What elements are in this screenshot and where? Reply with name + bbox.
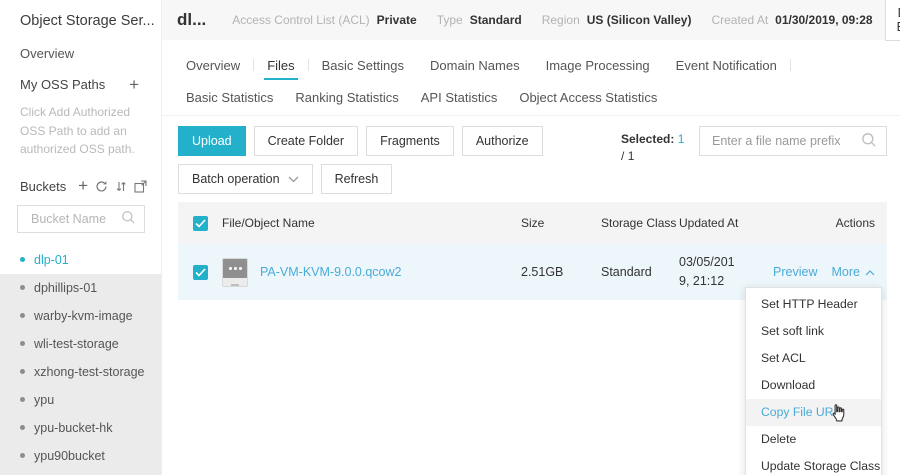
bucket-item-xzhong-test-storage[interactable]: xzhong-test-storage xyxy=(0,358,161,386)
add-bucket-icon[interactable]: + xyxy=(78,179,88,193)
bucket-item-dlp-01[interactable]: dlp-01 xyxy=(0,246,161,274)
bucket-item-ypu-bucket-hk[interactable]: ypu-bucket-hk xyxy=(0,414,161,442)
bucket-item-warby-kvm-image[interactable]: warby-kvm-image xyxy=(0,302,161,330)
preview-link[interactable]: Preview xyxy=(773,265,817,279)
bucket-dot-icon xyxy=(20,313,25,318)
column-header-storage-class: Storage Class xyxy=(601,216,679,230)
type-meta: Type Standard xyxy=(437,13,522,27)
app-title: Object Storage Ser... xyxy=(0,0,161,29)
bucket-item-ypu[interactable]: ypu xyxy=(0,386,161,414)
tab-files[interactable]: Files xyxy=(254,58,307,73)
fragments-button[interactable]: Fragments xyxy=(366,126,454,156)
column-header-size: Size xyxy=(521,216,601,230)
chevron-up-icon xyxy=(865,265,875,279)
more-actions-menu: Set HTTP Header Set soft link Set ACL Do… xyxy=(745,287,882,475)
file-type-icon xyxy=(222,258,248,287)
tabs-section: Overview Files Basic Settings Domain Nam… xyxy=(162,40,900,116)
bucket-dot-icon xyxy=(20,341,25,346)
created-meta: Created At 01/30/2019, 09:28 xyxy=(711,13,872,27)
sidebar-item-overview[interactable]: Overview xyxy=(0,46,161,61)
row-checkbox[interactable] xyxy=(193,265,208,280)
bucket-dot-icon xyxy=(20,285,25,290)
toolbar-buttons: Upload Create Folder Fragments Authorize… xyxy=(178,126,621,194)
add-oss-path-icon[interactable]: + xyxy=(129,78,139,92)
file-name-link[interactable]: PA-VM-KVM-9.0.0.qcow2 xyxy=(260,265,401,279)
create-folder-button[interactable]: Create Folder xyxy=(254,126,358,156)
bucket-item-wli-test-storage[interactable]: wli-test-storage xyxy=(0,330,161,358)
sidebar: Object Storage Ser... Overview My OSS Pa… xyxy=(0,0,162,475)
acl-meta: Access Control List (ACL) Private xyxy=(232,13,416,27)
menu-item-copy-file-url[interactable]: Copy File URL xyxy=(746,399,881,426)
menu-item-delete[interactable]: Delete xyxy=(746,426,881,453)
chevron-down-icon xyxy=(288,172,299,186)
subtab-ranking-statistics[interactable]: Ranking Statistics xyxy=(284,90,409,105)
menu-item-set-http-header[interactable]: Set HTTP Header xyxy=(746,291,881,318)
delete-bucket-button[interactable]: Delete Bucket xyxy=(885,0,900,41)
menu-item-set-soft-link[interactable]: Set soft link xyxy=(746,318,881,345)
column-header-name: File/Object Name xyxy=(222,216,521,230)
subtab-object-access-statistics[interactable]: Object Access Statistics xyxy=(508,90,668,105)
bucket-dot-icon xyxy=(20,425,25,430)
file-updated-at: 03/05/2019, 21:12 xyxy=(679,253,771,291)
select-all-checkbox[interactable] xyxy=(193,216,208,231)
tab-basic-settings[interactable]: Basic Settings xyxy=(309,58,417,73)
bucket-item-ypu90bucket[interactable]: ypu90bucket xyxy=(0,442,161,470)
toolbar-right: Selected: 1 / 1 xyxy=(621,126,887,165)
subtab-bar: Basic Statistics Ranking Statistics API … xyxy=(186,79,900,115)
menu-item-update-storage-class[interactable]: Update Storage Class xyxy=(746,453,881,475)
sidebar-section-buckets: Buckets + xyxy=(0,179,161,194)
expand-buckets-icon[interactable] xyxy=(134,180,147,193)
table-header-row: File/Object Name Size Storage Class Upda… xyxy=(178,202,887,244)
sort-buckets-icon[interactable] xyxy=(115,180,127,193)
bucket-dot-icon xyxy=(20,397,25,402)
file-table: File/Object Name Size Storage Class Upda… xyxy=(178,202,887,300)
bucket-title: dl... xyxy=(177,10,206,30)
selected-count: Selected: 1 / 1 xyxy=(621,126,687,165)
refresh-buckets-icon[interactable] xyxy=(95,180,108,193)
sidebar-section-my-oss-paths: My OSS Paths + xyxy=(0,77,161,92)
column-header-actions: Actions xyxy=(771,216,887,230)
bucket-item-dphillips-01[interactable]: dphillips-01 xyxy=(0,274,161,302)
upload-button[interactable]: Upload xyxy=(178,126,246,156)
bucket-dot-icon xyxy=(20,257,25,262)
tab-separator xyxy=(790,59,791,71)
oss-path-help-text: Click Add Authorized OSS Path to add an … xyxy=(0,103,161,159)
more-link[interactable]: More xyxy=(832,265,875,279)
file-search-box xyxy=(699,126,887,156)
file-storage-class: Standard xyxy=(601,265,679,279)
file-toolbar: Upload Create Folder Fragments Authorize… xyxy=(162,116,900,194)
tab-image-processing[interactable]: Image Processing xyxy=(533,58,663,73)
tab-domain-names[interactable]: Domain Names xyxy=(417,58,533,73)
bucket-list: dlp-01 dphillips-01 warby-kvm-image wli-… xyxy=(0,246,161,475)
subtab-basic-statistics[interactable]: Basic Statistics xyxy=(186,90,284,105)
batch-operation-button[interactable]: Batch operation xyxy=(178,164,313,194)
bucket-header: dl... Access Control List (ACL) Private … xyxy=(162,0,900,40)
menu-item-set-acl[interactable]: Set ACL xyxy=(746,345,881,372)
region-meta: Region US (Silicon Valley) xyxy=(542,13,692,27)
buckets-label: Buckets xyxy=(20,179,66,194)
authorize-button[interactable]: Authorize xyxy=(462,126,543,156)
tab-event-notification[interactable]: Event Notification xyxy=(663,58,790,73)
bucket-search-icon[interactable] xyxy=(121,210,136,228)
subtab-api-statistics[interactable]: API Statistics xyxy=(410,90,509,105)
file-search-icon[interactable] xyxy=(861,132,877,151)
bucket-dot-icon xyxy=(20,453,25,458)
bucket-dot-icon xyxy=(20,369,25,374)
tab-bar: Overview Files Basic Settings Domain Nam… xyxy=(186,53,900,77)
file-size: 2.51GB xyxy=(521,265,601,279)
bucket-search-input[interactable] xyxy=(31,212,121,226)
menu-item-download[interactable]: Download xyxy=(746,372,881,399)
column-header-updated-at: Updated At xyxy=(679,214,771,232)
refresh-button[interactable]: Refresh xyxy=(321,164,393,194)
tab-overview[interactable]: Overview xyxy=(186,58,253,73)
file-search-input[interactable] xyxy=(712,134,861,148)
my-oss-paths-label: My OSS Paths xyxy=(20,77,105,92)
bucket-search-box xyxy=(17,205,145,233)
